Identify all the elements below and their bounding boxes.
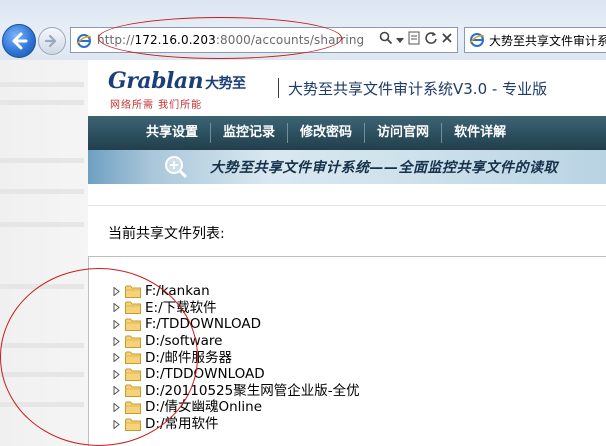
banner-slogan: 大势至共享文件审计系统——全面监控共享文件的读取: [210, 160, 558, 176]
compatibility-view-icon[interactable]: [407, 31, 421, 48]
tree-item-label: F:/TDDOWNLOAD: [145, 316, 261, 333]
logo-slogan: 网络所需 我们所能: [110, 100, 203, 111]
nav-item-monitor-records[interactable]: 监控记录: [211, 116, 287, 150]
system-title: 大势至共享文件审计系统V3.0 - 专业版: [288, 80, 548, 98]
forward-button[interactable]: [38, 27, 66, 55]
folder-icon: [125, 285, 141, 298]
folder-icon: [125, 368, 141, 381]
url-protocol: http://: [97, 33, 135, 47]
browser-tab[interactable]: 大势至共享文件审计系: [464, 27, 606, 53]
nav-separator: [441, 123, 443, 143]
tree-item[interactable]: D:/20110525聚生网管企业版-全优: [113, 383, 360, 400]
expand-arrow-icon[interactable]: [113, 419, 120, 429]
logo-text: Grablan: [108, 68, 204, 94]
folder-icon: [125, 335, 141, 348]
tree-item[interactable]: D:/倩女幽魂Online: [113, 399, 360, 416]
expand-arrow-icon[interactable]: [113, 286, 120, 296]
address-bar[interactable]: http://172.16.0.203:8000/accounts/sharri…: [70, 27, 458, 53]
nav-item-change-password[interactable]: 修改密码: [288, 116, 364, 150]
content-divider: [88, 205, 606, 206]
expand-arrow-icon[interactable]: [113, 336, 120, 346]
browser-toolbar: http://172.16.0.203:8000/accounts/sharri…: [0, 0, 606, 60]
nav-item-official-site[interactable]: 访问官网: [365, 116, 441, 150]
tree-item-label: D:/20110525聚生网管企业版-全优: [145, 382, 360, 399]
expand-arrow-icon[interactable]: [113, 303, 120, 313]
tree-item-label: D:/邮件服务器: [145, 349, 232, 366]
stop-icon[interactable]: [441, 32, 453, 47]
main-nav: 共享设置 监控记录 修改密码 访问官网 软件详解: [88, 116, 606, 150]
nav-separator: [287, 123, 289, 143]
expand-arrow-icon[interactable]: [113, 386, 120, 396]
tree-item-label: D:/倩女幽魂Online: [145, 399, 263, 416]
nav-separator: [210, 123, 212, 143]
tree-item[interactable]: D:/邮件服务器: [113, 349, 360, 366]
folder-icon: [125, 318, 141, 331]
search-icon[interactable]: [379, 31, 393, 48]
folder-icon: [125, 301, 141, 315]
arrow-left-icon: [12, 32, 28, 50]
folder-icon: [125, 384, 141, 398]
nav-item-share-settings[interactable]: 共享设置: [88, 116, 210, 150]
tree-item[interactable]: D:/常用软件: [113, 416, 360, 433]
logo-cn: 大势至: [205, 76, 246, 92]
tree-item[interactable]: F:/TDDOWNLOAD: [113, 316, 360, 333]
url-path: :8000/accounts/sharring: [215, 33, 365, 47]
arrow-right-icon: [44, 34, 57, 48]
hero-banner: 大势至共享文件审计系统——全面监控共享文件的读取: [88, 150, 606, 184]
tab-title: 大势至共享文件审计系: [489, 33, 606, 48]
tree-item-label: D:/常用软件: [145, 416, 219, 433]
share-tree-panel: F:/kankan E:/下载软件 F:/TDDOWNLOAD D:/software…: [88, 256, 606, 446]
tree-item-label: D:/software: [145, 333, 223, 350]
tree-item[interactable]: E:/下载软件: [113, 300, 360, 317]
expand-arrow-icon[interactable]: [113, 353, 120, 363]
refresh-icon[interactable]: [424, 31, 438, 48]
tree-item[interactable]: F:/kankan: [113, 283, 360, 300]
site-header: Grablan 大势至 网络所需 我们所能 大势至共享文件审计系统V3.0 - 专…: [88, 60, 606, 116]
tree-item-label: F:/kankan: [145, 283, 210, 300]
folder-icon: [125, 401, 141, 414]
share-list-title: 当前共享文件列表:: [108, 226, 225, 242]
tree-item-label: E:/下载软件: [145, 299, 217, 316]
site-logo: Grablan 大势至: [108, 68, 246, 94]
url-host: 172.16.0.203: [134, 33, 216, 47]
magnifier-plus-icon: [165, 156, 188, 179]
expand-arrow-icon[interactable]: [113, 369, 120, 379]
header-divider: [278, 78, 279, 98]
back-button[interactable]: [2, 24, 36, 58]
expand-arrow-icon[interactable]: [113, 319, 120, 329]
ie-page-icon: [469, 33, 485, 47]
expand-arrow-icon[interactable]: [113, 402, 120, 412]
dropdown-arrow-icon[interactable]: [396, 33, 404, 47]
address-url[interactable]: http://172.16.0.203:8000/accounts/sharri…: [97, 33, 364, 47]
nav-item-software-details[interactable]: 软件详解: [442, 116, 518, 150]
page-content: Grablan 大势至 网络所需 我们所能 大势至共享文件审计系统V3.0 - 专…: [88, 60, 606, 446]
tree-item-label: D:/TDDOWNLOAD: [145, 366, 265, 383]
tree-item[interactable]: D:/TDDOWNLOAD: [113, 366, 360, 383]
ie-page-icon: [76, 34, 92, 48]
tree-item[interactable]: D:/software: [113, 333, 360, 350]
share-tree: F:/kankan E:/下载软件 F:/TDDOWNLOAD D:/software…: [113, 283, 360, 432]
left-margin: [0, 60, 88, 446]
nav-separator: [364, 123, 366, 143]
folder-icon: [125, 351, 141, 365]
folder-icon: [125, 418, 141, 431]
